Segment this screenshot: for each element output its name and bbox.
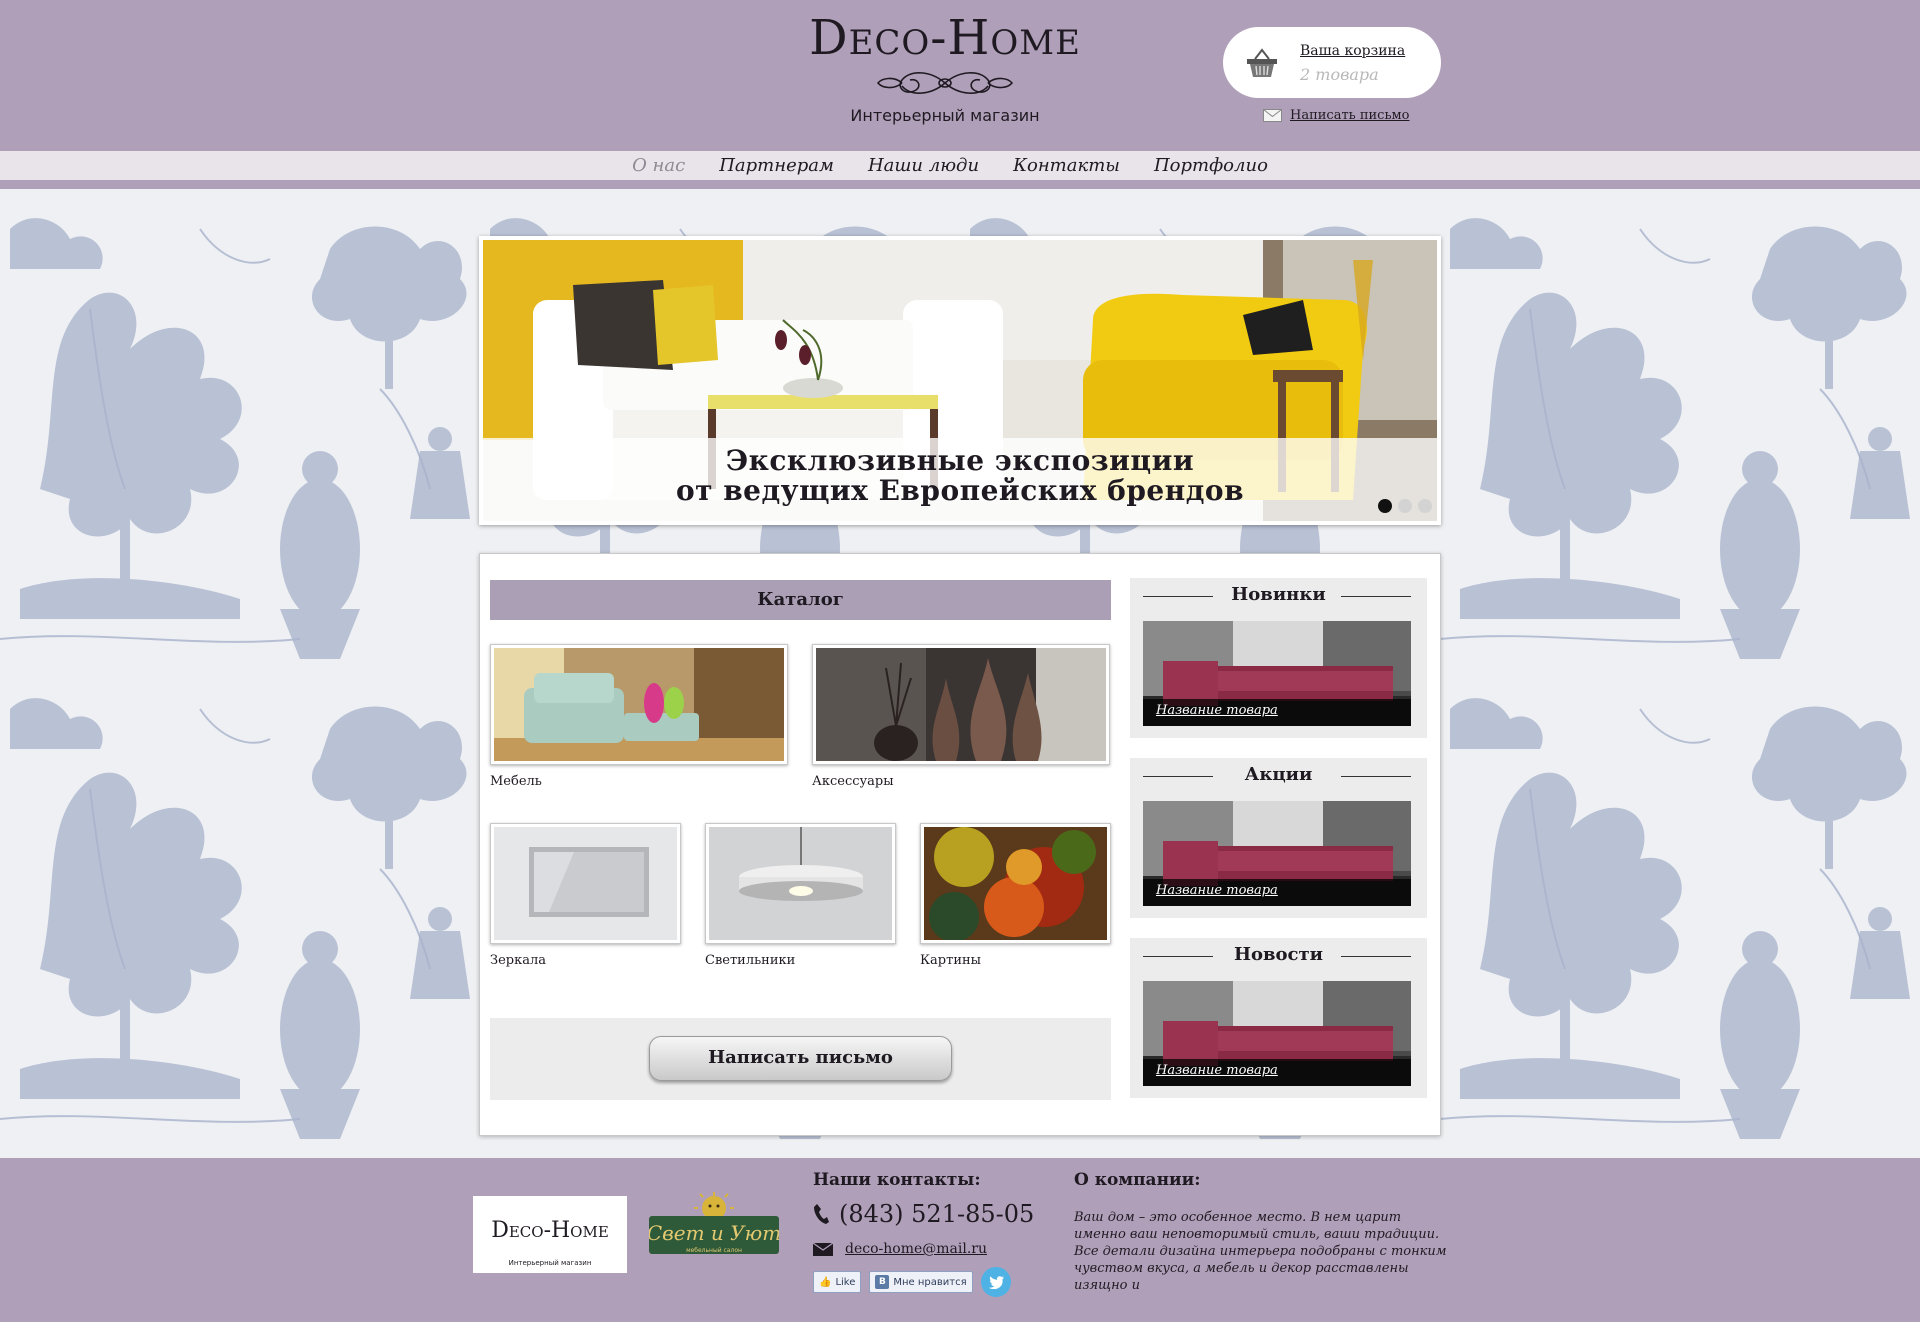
sidebar-new-items: Новинки Название товара bbox=[1130, 578, 1427, 738]
sidebar-title-promotions: Акции bbox=[1244, 764, 1313, 785]
cart-link[interactable]: Ваша корзина bbox=[1300, 43, 1405, 59]
phone-number: (843) 521-85-05 bbox=[839, 1200, 1035, 1228]
about-text: Ваш дом – это особенное место. В нем цар… bbox=[1074, 1210, 1447, 1293]
facebook-like-button[interactable]: 👍 Like bbox=[813, 1271, 862, 1293]
social-buttons: 👍 Like В Мне нравится bbox=[813, 1267, 1011, 1297]
sidebar-title-news: Новости bbox=[1234, 944, 1323, 965]
catalog-label-paintings[interactable]: Картины bbox=[920, 953, 981, 968]
title-rule-right bbox=[1341, 596, 1411, 597]
catalog-label-mirrors[interactable]: Зеркала bbox=[490, 953, 546, 968]
main-nav: О нас Партнерам Наши люди Контакты Портф… bbox=[0, 151, 1920, 180]
partner-logo[interactable]: Свет и Уют мебельный салон bbox=[647, 1192, 781, 1260]
hero-slider[interactable]: Эксклюзивные экспозиции от ведущих Европ… bbox=[479, 236, 1441, 525]
title-rule-right bbox=[1341, 776, 1411, 777]
twitter-bird-icon bbox=[988, 1275, 1004, 1289]
catalog-label-furniture[interactable]: Мебель bbox=[490, 774, 542, 789]
sidebar-caption-promotions[interactable]: Название товара bbox=[1143, 879, 1411, 906]
site-header: Deco-Home Интерьерный магазин Ваша корзи… bbox=[0, 0, 1920, 151]
footer-logo-title: Deco-Home bbox=[491, 1218, 609, 1243]
slider-caption: Эксклюзивные экспозиции от ведущих Европ… bbox=[483, 438, 1437, 521]
nav-item-about[interactable]: О нас bbox=[632, 155, 685, 176]
phone-icon bbox=[814, 1204, 829, 1224]
sidebar-title-new: Новинки bbox=[1231, 584, 1326, 605]
sidebar-news: Новости Название товара bbox=[1130, 938, 1427, 1098]
nav-item-partners[interactable]: Партнерам bbox=[719, 155, 834, 176]
catalog-title: Каталог bbox=[490, 580, 1111, 620]
sidebar-caption-news[interactable]: Название товара bbox=[1143, 1059, 1411, 1086]
slider-dot-3[interactable] bbox=[1418, 499, 1432, 513]
twitter-button[interactable] bbox=[980, 1267, 1011, 1297]
slider-caption-line2: от ведущих Европейских брендов bbox=[675, 474, 1245, 507]
envelope-icon bbox=[1263, 109, 1282, 122]
vk-like-button[interactable]: В Мне нравится bbox=[869, 1271, 973, 1293]
sidebar-caption-new[interactable]: Название товара bbox=[1143, 699, 1411, 726]
write-letter-button[interactable]: Написать письмо bbox=[649, 1036, 952, 1081]
footer-logo[interactable]: Deco-Home Интерьерный магазин bbox=[473, 1196, 627, 1273]
nav-item-people[interactable]: Наши люди bbox=[868, 155, 979, 176]
logo-subtitle: Интерьерный магазин bbox=[850, 106, 1040, 125]
catalog-label-lamps[interactable]: Светильники bbox=[705, 953, 795, 968]
slider-dot-1[interactable] bbox=[1378, 499, 1392, 513]
sun-logo-icon: Свет и Уют мебельный салон bbox=[647, 1192, 781, 1254]
write-letter-label: Написать письмо bbox=[1290, 108, 1410, 123]
catalog-label-accessories[interactable]: Аксессуары bbox=[812, 774, 894, 789]
envelope-icon bbox=[813, 1242, 833, 1256]
slider-dot-2[interactable] bbox=[1398, 499, 1412, 513]
sidebar-promotions: Акции Название товара bbox=[1130, 758, 1427, 918]
footer-logo-subtitle: Интерьерный магазин bbox=[508, 1259, 592, 1267]
cart-widget[interactable]: Ваша корзина 2 товара bbox=[1223, 27, 1441, 98]
lamp-photo[interactable] bbox=[705, 823, 896, 944]
facebook-like-label: Like bbox=[835, 1276, 856, 1288]
about-title: О компании: bbox=[1074, 1170, 1201, 1190]
cart-count: 2 товара bbox=[1300, 65, 1379, 84]
contact-phone: (843) 521-85-05 bbox=[813, 1200, 1034, 1228]
armchair-photo[interactable] bbox=[490, 644, 788, 765]
title-rule-right bbox=[1341, 956, 1411, 957]
ornament-icon bbox=[876, 72, 1014, 94]
email-address: deco-home@mail.ru bbox=[845, 1241, 987, 1257]
nav-divider bbox=[0, 180, 1920, 189]
vk-like-label: Мне нравится bbox=[893, 1276, 967, 1288]
slider-dots bbox=[1378, 499, 1432, 513]
nav-item-contacts[interactable]: Контакты bbox=[1013, 155, 1120, 176]
basket-icon bbox=[1247, 48, 1277, 77]
write-letter-link[interactable]: Написать письмо bbox=[1263, 108, 1409, 123]
site-footer: Deco-Home Интерьерный магазин Свет и Уют… bbox=[0, 1158, 1920, 1322]
write-letter-panel: Написать письмо bbox=[490, 1018, 1111, 1100]
partner-logo-sub: мебельный салон bbox=[686, 1247, 742, 1254]
vases-photo[interactable] bbox=[812, 644, 1110, 765]
mirror-photo[interactable] bbox=[490, 823, 681, 944]
contacts-title: Наши контакты: bbox=[813, 1170, 981, 1190]
nav-item-portfolio[interactable]: Портфолио bbox=[1154, 155, 1268, 176]
partner-logo-text: Свет и Уют bbox=[649, 1221, 779, 1245]
site-logo[interactable]: Deco-Home Интерьерный магазин bbox=[770, 10, 1120, 125]
vk-icon: В bbox=[875, 1275, 890, 1289]
logo-title: Deco-Home bbox=[809, 10, 1081, 66]
thumbs-up-icon: 👍 bbox=[819, 1276, 832, 1288]
contact-email[interactable]: deco-home@mail.ru bbox=[813, 1241, 987, 1257]
slider-caption-line1: Эксклюзивные экспозиции bbox=[725, 444, 1195, 477]
main-content: Каталог Мебель Аксессуары Зеркала Светил… bbox=[479, 553, 1441, 1136]
painting-photo[interactable] bbox=[920, 823, 1111, 944]
